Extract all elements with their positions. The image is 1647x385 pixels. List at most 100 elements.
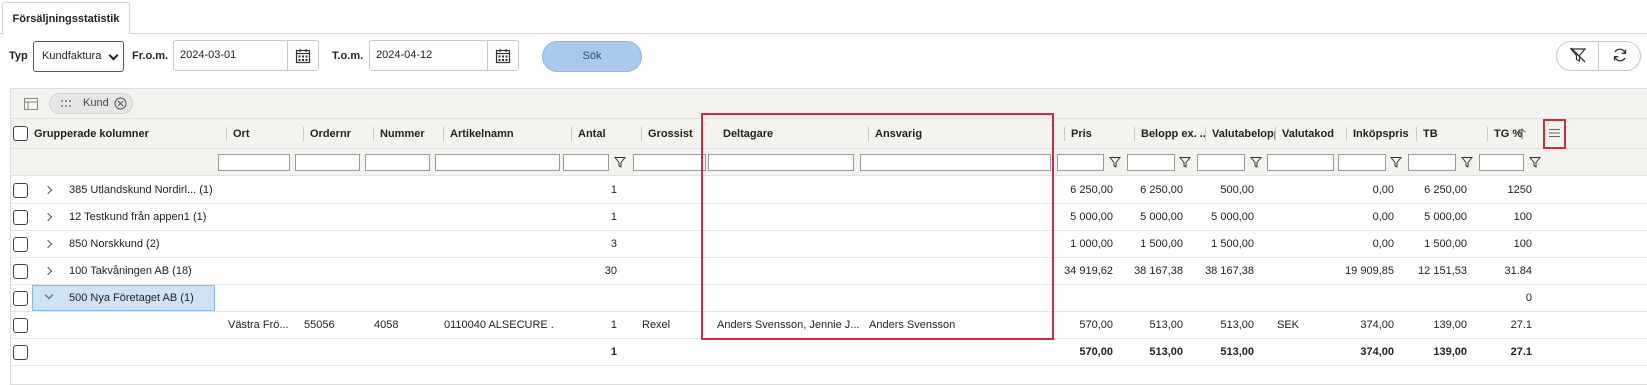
cell-belopp: 513,00 [1149,319,1183,331]
highlight-box [701,113,1054,340]
group-label: 100 Takvåningen AB (18) [69,265,192,277]
typ-label: Typ [9,50,28,62]
filter-icon[interactable] [1528,156,1542,168]
from-date-value: 2024-03-01 [180,49,237,61]
filter-input-ordernr[interactable] [295,154,360,171]
filter-input-ort[interactable] [218,154,290,171]
filter-icon[interactable] [1249,156,1263,168]
refresh-icon [1612,47,1628,66]
cell-valutabelopp: 5 000,00 [1211,211,1254,223]
filter-input-valutakod[interactable] [1267,154,1334,171]
filter-input-pris[interactable] [1057,154,1104,171]
column-header-tb[interactable]: TB [1417,119,1485,149]
column-menu-button[interactable] [1543,119,1566,149]
column-header-antal[interactable]: Antal [572,119,638,149]
cell-tb: 6 250,00 [1424,184,1467,196]
cell-tg: 31.84 [1504,265,1532,277]
chevron-right-icon[interactable] [43,266,53,276]
group-label: 500 Nya Företaget AB (1) [69,292,194,304]
filter-input-artikelnamn[interactable] [435,154,560,171]
column-header-nummer[interactable]: Nummer [374,119,440,149]
cell-antal: 1 [610,184,617,196]
column-header-valutakod[interactable]: Valutakod [1276,119,1346,149]
select-all-checkbox[interactable] [13,126,28,141]
cell-tb: 1 500,00 [1424,238,1467,250]
tab-divider-left [0,33,2,34]
calendar-icon[interactable] [287,41,318,70]
from-label: Fr.o.m. [132,50,169,62]
filter-input-grossist[interactable] [633,154,706,171]
cell-valutabelopp: 1 500,00 [1211,238,1254,250]
column-header-belopp[interactable]: Belopp ex. ... [1135,119,1205,149]
cell-nummer: 4058 [374,319,399,331]
filter-input-antal[interactable] [563,154,609,171]
cell-pris: 1 000,00 [1070,238,1113,250]
row-checkbox[interactable] [13,210,28,225]
cell-pris: 5 000,00 [1070,211,1113,223]
from-date-field[interactable]: 2024-03-01 [173,40,319,71]
filter-icon[interactable] [1389,156,1403,168]
filter-input-belopp[interactable] [1127,154,1175,171]
menu-icon [1549,128,1560,141]
cell-inkopspris: 0,00 [1372,238,1394,250]
group-chip-label: Kund [83,97,109,109]
total-antal: 1 [610,346,617,358]
cell-ordernr: 55056 [304,319,335,331]
row-checkbox[interactable] [13,237,28,252]
clear-filter-button[interactable] [1556,41,1599,71]
search-button[interactable]: Sök [542,41,642,72]
chevron-right-icon[interactable] [43,212,53,222]
chevron-down-icon [108,50,119,61]
drag-handle-icon[interactable] [60,99,72,111]
filter-icon[interactable] [1108,156,1122,168]
sort-ascending-icon[interactable] [1517,128,1527,143]
cell-belopp: 6 250,00 [1140,184,1183,196]
filter-input-inkopspris[interactable] [1338,154,1386,171]
cell-tb: 5 000,00 [1424,211,1467,223]
close-icon[interactable] [114,97,127,113]
column-header-ordernr[interactable]: Ordernr [304,119,369,149]
total-inkopspris: 374,00 [1360,346,1394,358]
chevron-right-icon[interactable] [43,239,53,249]
filter-input-tg[interactable] [1479,154,1524,171]
calendar-icon[interactable] [487,41,518,70]
column-header-inkopspris[interactable]: Inköpspris [1347,119,1415,149]
column-header-ort[interactable]: Ort [227,119,297,149]
filter-icon[interactable] [613,156,627,168]
row-checkbox[interactable] [13,291,28,306]
cell-ort: Västra Frö... [228,319,288,331]
tab-forsaljningsstatistik[interactable]: Försäljningsstatistik [2,2,130,34]
filter-input-tb[interactable] [1408,154,1456,171]
filter-icon[interactable] [1460,156,1474,168]
to-date-field[interactable]: 2024-04-12 [369,40,519,71]
column-header-artikelnamn[interactable]: Artikelnamn [444,119,568,149]
row-checkbox[interactable] [13,183,28,198]
refresh-button[interactable] [1598,41,1641,71]
cell-belopp: 38 167,38 [1134,265,1183,277]
chevron-right-icon[interactable] [43,185,53,195]
typ-select-value: Kundfaktura [42,50,102,62]
cell-valutabelopp: 513,00 [1220,319,1254,331]
total-pris: 570,00 [1079,346,1113,358]
cell-inkopspris: 19 909,85 [1345,265,1394,277]
cell-belopp: 1 500,00 [1140,238,1183,250]
cell-artikelnamn: 0110040 ALSECURE ... [444,319,554,331]
column-header-grouped[interactable]: Grupperade kolumner [28,119,218,149]
cell-inkopspris: 374,00 [1360,319,1394,331]
group-label: 385 Utlandskund Nordirl... (1) [69,184,213,196]
column-header-pris[interactable]: Pris [1065,119,1131,149]
cell-tg: 1250 [1507,184,1532,196]
row-checkbox[interactable] [13,318,28,333]
row-checkbox[interactable] [13,345,28,360]
filter-icon[interactable] [1178,156,1192,168]
filter-input-nummer[interactable] [365,154,430,171]
cell-inkopspris: 0,00 [1372,211,1394,223]
column-header-valutabelopp[interactable]: Valutabelopp [1206,119,1276,149]
cell-pris: 6 250,00 [1070,184,1113,196]
cell-antal: 1 [610,211,617,223]
cell-valutabelopp: 38 167,38 [1205,265,1254,277]
row-checkbox[interactable] [13,264,28,279]
group-chip-kund[interactable]: Kund [49,93,133,114]
filter-input-valutabelopp[interactable] [1197,154,1245,171]
typ-select[interactable]: Kundfaktura [33,41,124,72]
